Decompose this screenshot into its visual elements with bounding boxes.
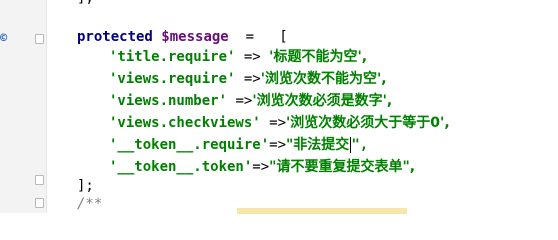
code-token: ]; bbox=[77, 178, 94, 194]
operator-token: => bbox=[235, 71, 261, 87]
code-line: ], bbox=[77, 0, 94, 8]
code-line: '__token__.token'=>"请不要重复提交表单", bbox=[109, 157, 415, 177]
operator-token: => bbox=[260, 115, 287, 131]
comment-token: /** bbox=[77, 196, 103, 212]
string-token: '浏览次数必须大于等于0', bbox=[286, 115, 450, 131]
string-token: "请不要重复提交表单", bbox=[269, 159, 416, 175]
code-line: ]; bbox=[77, 176, 94, 196]
string-token: "非法提交 bbox=[286, 137, 350, 153]
code-line: 'views.checkviews' =>'浏览次数必须大于等于0', bbox=[109, 113, 450, 133]
code-token: = [ bbox=[228, 29, 288, 45]
code-editor[interactable]: ], protected $message = [ 'title.require… bbox=[47, 0, 558, 214]
string-token: '__token__.token' bbox=[109, 159, 253, 175]
keyword-token: protected bbox=[77, 29, 153, 45]
code-line: /** bbox=[77, 194, 102, 214]
fold-toggle-icon[interactable] bbox=[35, 34, 44, 44]
code-line: protected $message = [ bbox=[77, 27, 288, 47]
code-line: 'views.require' =>'浏览次数不能为空', bbox=[109, 69, 387, 89]
highlight-strip bbox=[237, 208, 407, 214]
operator-token: => bbox=[227, 93, 253, 109]
string-token: 'views.require' bbox=[109, 71, 236, 87]
string-token: 'views.number' bbox=[109, 93, 228, 109]
string-token: '浏览次数不能为空', bbox=[260, 71, 387, 87]
string-token: '标题不能为空', bbox=[269, 49, 368, 65]
string-token: '浏览次数必须是数字', bbox=[252, 93, 393, 109]
override-marker-icon[interactable]: © bbox=[0, 31, 7, 45]
operator-token: => bbox=[252, 159, 270, 175]
operator-token: => bbox=[235, 49, 270, 65]
code-line: 'title.require' => '标题不能为空', bbox=[109, 47, 367, 67]
string-token: 'views.checkviews' bbox=[109, 115, 261, 131]
fold-toggle-icon[interactable] bbox=[35, 175, 44, 185]
code-line: '__token__.require'=>"非法提交 ", bbox=[109, 135, 368, 155]
code-line: 'views.number' =>'浏览次数必须是数字', bbox=[109, 91, 392, 111]
string-token: '__token__.require' bbox=[109, 137, 270, 153]
variable-token: $message bbox=[161, 29, 229, 45]
operator-token: => bbox=[269, 137, 287, 153]
editor-gutter: © bbox=[0, 0, 47, 213]
string-token: 'title.require' bbox=[109, 49, 236, 65]
fold-toggle-icon[interactable] bbox=[35, 198, 44, 208]
code-token: ], bbox=[77, 0, 94, 6]
string-token: ", bbox=[351, 137, 369, 153]
